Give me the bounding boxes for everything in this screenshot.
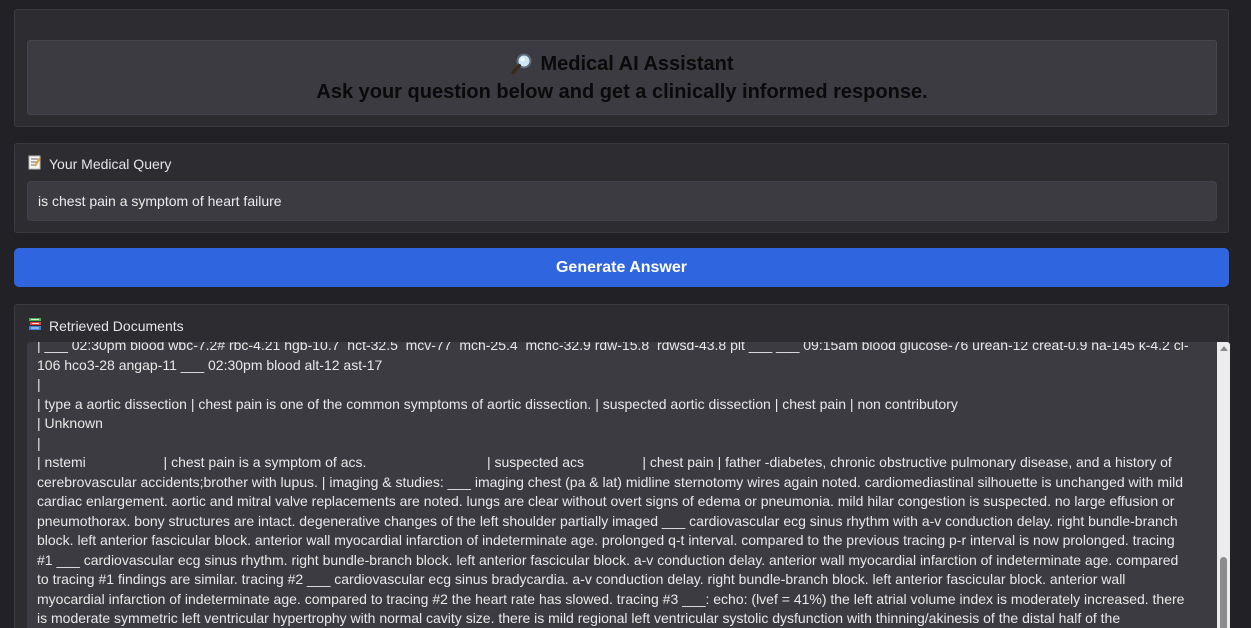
page-title: Medical AI Assistant [540, 53, 734, 75]
query-label: Your Medical Query [28, 155, 171, 173]
books-icon [28, 317, 42, 334]
scroll-up-arrow-icon[interactable] [1220, 346, 1228, 351]
documents-label-text: Retrieved Documents [49, 317, 184, 334]
documents-scrollbar[interactable] [1217, 342, 1230, 628]
header-panel: Medical AI Assistant Ask your question b… [14, 9, 1229, 127]
generate-answer-button[interactable]: Generate Answer [14, 248, 1229, 287]
documents-label: Retrieved Documents [28, 317, 184, 334]
memo-icon [28, 155, 42, 173]
documents-panel: Retrieved Documents | ___ 02:30pm blood … [14, 304, 1230, 628]
query-panel: Your Medical Query [14, 143, 1229, 233]
documents-textarea[interactable]: | ___ 02:30pm blood wbc-7.2# rbc-4.21 hg… [27, 342, 1230, 628]
query-label-text: Your Medical Query [49, 156, 172, 172]
documents-text: | ___ 02:30pm blood wbc-7.2# rbc-4.21 hg… [37, 342, 1189, 626]
query-input[interactable] [27, 181, 1217, 221]
scroll-thumb[interactable] [1220, 557, 1227, 628]
header-banner: Medical AI Assistant Ask your question b… [27, 40, 1217, 115]
magnifier-icon [510, 52, 534, 76]
app-root: Medical AI Assistant Ask your question b… [0, 0, 1251, 628]
page-subtitle: Ask your question below and get a clinic… [316, 81, 928, 103]
title-row: Medical AI Assistant [28, 52, 1216, 76]
